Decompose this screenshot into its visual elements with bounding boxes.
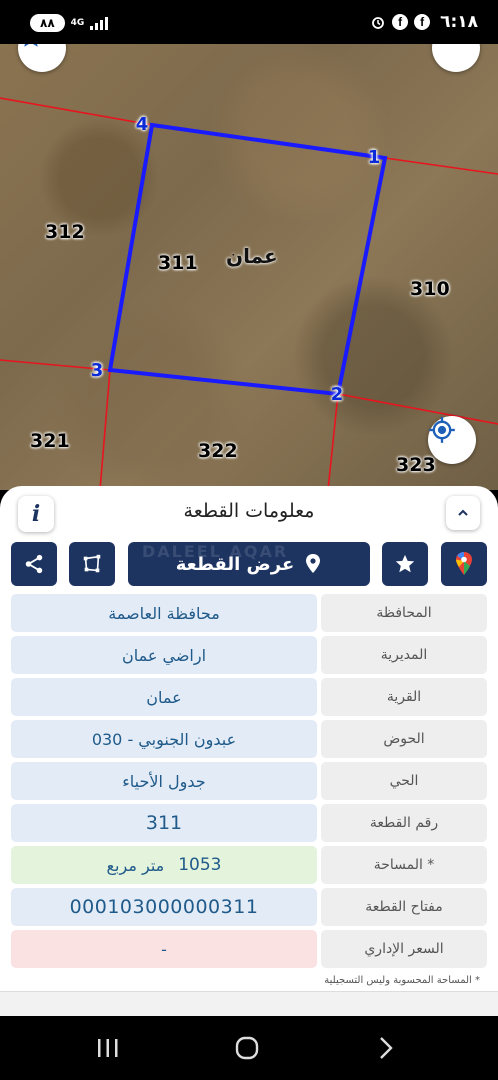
vertex-marker: 1 [367, 147, 381, 168]
info-row-admin-price: - السعر الإداري [11, 930, 487, 968]
satellite-map[interactable]: 312 311 310 321 322 323 عمان 1 2 3 4 [0, 44, 498, 490]
home-button[interactable] [227, 1032, 267, 1064]
parcel-number-label: رقم القطعة [321, 804, 487, 842]
district-label: الحي [321, 762, 487, 800]
info-row-district: جدول الأحياء الحي [11, 762, 487, 800]
area-label: المساحة * [321, 846, 487, 884]
signal-icon [90, 16, 109, 30]
parcel-key-value[interactable]: 000103000000311 [11, 888, 317, 926]
facebook-icon: f [392, 14, 409, 30]
admin-price-value: - [11, 930, 317, 968]
admin-price-label: السعر الإداري [321, 930, 487, 968]
system-nav-bar [0, 1016, 498, 1080]
parcel-info-sheet: i معلومات القطعة عرض القطعة محافظة العاص… [0, 486, 498, 1016]
crosshair-icon [429, 417, 455, 443]
sheet-bottom-strip [0, 991, 498, 1016]
alarm-icon [372, 17, 384, 29]
back-button[interactable] [366, 1032, 406, 1064]
parcel-info-table: محافظة العاصمة المحافظة اراضي عمان المدي… [11, 594, 487, 972]
parcel-number-label[interactable]: 311 [158, 252, 198, 274]
directorate-value: اراضي عمان [11, 636, 317, 674]
collapse-button[interactable] [446, 496, 480, 530]
basin-label: الحوض [321, 720, 487, 758]
area-value: 1053 متر مربع [11, 846, 317, 884]
parcel-number-label[interactable]: 323 [396, 454, 436, 476]
facebook-icon: f [414, 14, 431, 30]
area-name-label: عمان [226, 244, 278, 268]
star-icon [395, 554, 415, 573]
parcel-number-value: 311 [11, 804, 317, 842]
parcel-number-label[interactable]: 310 [410, 278, 450, 300]
my-location-button[interactable] [428, 416, 476, 464]
area-number: 1053 [178, 855, 222, 875]
info-row-area: 1053 متر مربع المساحة * [11, 846, 487, 884]
polygon-icon [83, 554, 101, 573]
share-button[interactable] [11, 542, 57, 586]
info-row-basin: عبدون الجنوبي - 030 الحوض [11, 720, 487, 758]
directorate-label: المديرية [321, 636, 487, 674]
village-value: عمان [11, 678, 317, 716]
vertex-marker: 3 [90, 360, 104, 381]
parcel-number-label[interactable]: 321 [30, 430, 70, 452]
parcel-key-label: مفتاح القطعة [321, 888, 487, 926]
status-right: f f ٦:١٨ [370, 12, 478, 32]
village-label: القرية [321, 678, 487, 716]
status-left: ٨٨ 4G [30, 14, 109, 32]
info-row-governorate: محافظة العاصمة المحافظة [11, 594, 487, 632]
sheet-title: معلومات القطعة [183, 500, 315, 522]
location-pin-icon [306, 554, 321, 573]
favorite-button[interactable] [382, 542, 428, 586]
vertex-marker: 2 [330, 384, 344, 405]
show-parcel-button[interactable]: عرض القطعة [128, 542, 370, 586]
parcel-shape-button[interactable] [69, 542, 115, 586]
status-bar: ٨٨ 4G f f ٦:١٨ [0, 0, 498, 44]
area-footnote: * المساحة المحسوبة وليس التسجيلية [324, 975, 480, 986]
share-icon [25, 554, 43, 574]
show-parcel-label: عرض القطعة [175, 553, 295, 575]
info-row-parcel-number: 311 رقم القطعة [11, 804, 487, 842]
district-value: جدول الأحياء [11, 762, 317, 800]
star-icon [24, 44, 38, 47]
area-unit: متر مربع [106, 855, 165, 875]
network-type: 4G [70, 17, 85, 28]
action-row: عرض القطعة [11, 542, 487, 586]
basin-value: عبدون الجنوبي - 030 [11, 720, 317, 758]
parcel-number-label[interactable]: 312 [45, 221, 85, 243]
chevron-up-icon [458, 509, 468, 516]
recents-icon [98, 1039, 118, 1057]
info-row-directorate: اراضي عمان المديرية [11, 636, 487, 674]
governorate-value: محافظة العاصمة [11, 594, 317, 632]
recent-apps-button[interactable] [88, 1032, 128, 1064]
map-icon [432, 44, 454, 46]
status-time: ٦:١٨ [440, 12, 478, 32]
back-chevron-icon [380, 1037, 393, 1059]
info-row-parcel-key: 000103000000311 مفتاح القطعة [11, 888, 487, 926]
home-icon [235, 1036, 259, 1060]
governorate-label: المحافظة [321, 594, 487, 632]
info-row-village: عمان القرية [11, 678, 487, 716]
google-maps-button[interactable] [441, 542, 487, 586]
parcel-number-label[interactable]: 322 [198, 440, 238, 462]
battery-indicator: ٨٨ [30, 14, 65, 32]
vertex-marker: 4 [135, 114, 149, 135]
google-maps-icon [456, 552, 472, 575]
